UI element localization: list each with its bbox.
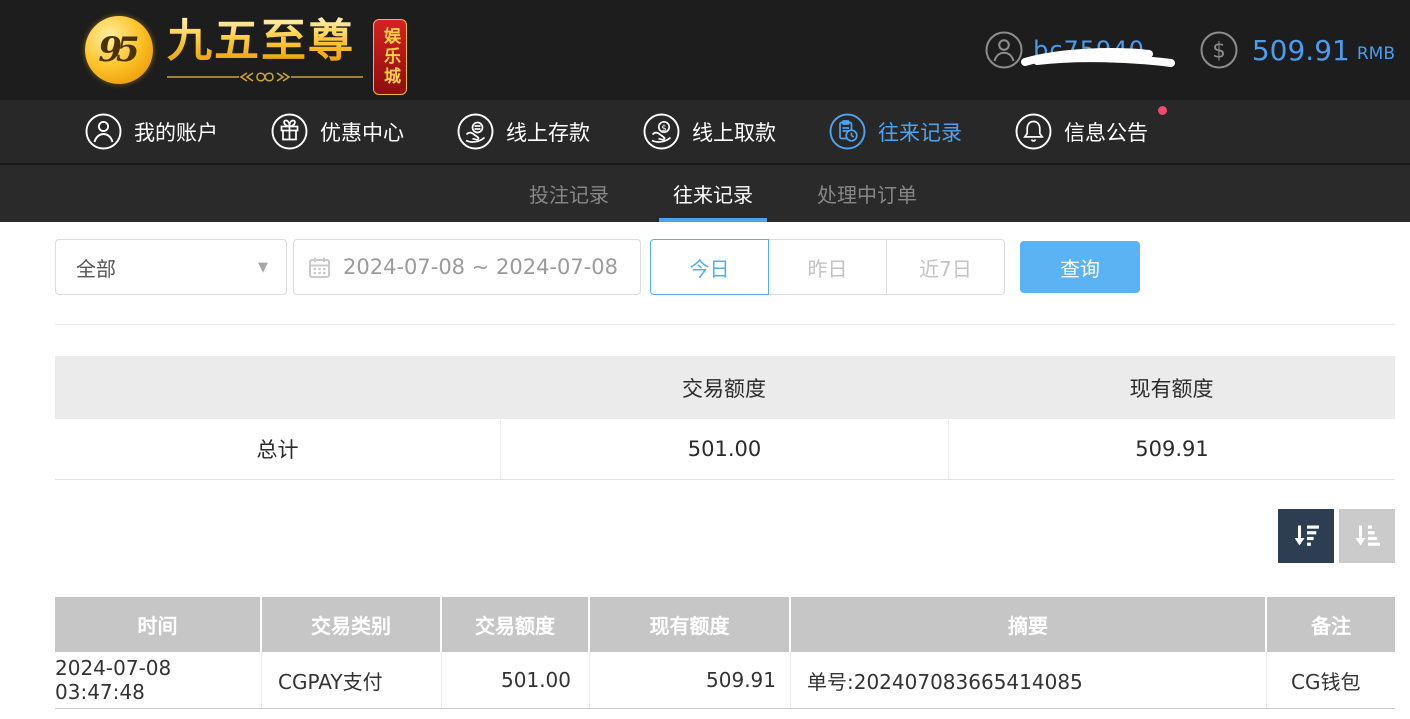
account-icon [85, 113, 122, 150]
col-header-note: 备注 [1267, 597, 1395, 652]
sort-descending-button[interactable] [1278, 509, 1334, 563]
records-table: 时间 交易类别 交易额度 现有额度 摘要 备注 2024-07-08 03:47… [55, 597, 1395, 709]
notification-dot [1158, 106, 1167, 115]
username[interactable]: bc75940 [1033, 36, 1145, 64]
logo-coin-icon: 95 [85, 16, 153, 84]
svg-text:$: $ [661, 124, 667, 134]
record-tabs-bar: 投注记录 往来记录 处理中订单 [0, 163, 1410, 222]
user-area: bc75940 $ 509.91 RMB [985, 31, 1395, 69]
main-nav: 我的账户 优惠中心 线上存款 [0, 100, 1410, 163]
summary-header-transaction: 交易额度 [500, 373, 948, 403]
summary-total-label: 总计 [55, 434, 500, 464]
quick-today-button[interactable]: 今日 [650, 239, 769, 295]
gift-icon [271, 113, 308, 150]
summary-total-row: 总计 501.00 509.91 [55, 419, 1395, 480]
brand-subtitle-badge: 娱乐城 [373, 19, 407, 95]
col-header-summary: 摘要 [791, 597, 1267, 652]
type-filter-value: 全部 [76, 253, 116, 282]
withdraw-icon: $ [643, 113, 680, 150]
cell-note: CG钱包 [1267, 652, 1395, 708]
svg-text:$: $ [1212, 39, 1225, 63]
table-row: 2024-07-08 03:47:48 CGPAY支付 501.00 509.9… [55, 652, 1395, 709]
tab-betting-records[interactable]: 投注记录 [523, 165, 615, 222]
cell-time: 2024-07-08 03:47:48 [55, 652, 262, 708]
sort-ascending-button[interactable] [1339, 509, 1395, 563]
bell-icon [1015, 113, 1052, 150]
brand-block: 九五至尊 [167, 16, 363, 85]
summary-header-balance: 现有额度 [948, 373, 1395, 403]
logo-coin-text: 95 [98, 30, 139, 70]
sort-ascending-icon [1352, 521, 1382, 551]
nav-label: 往来记录 [878, 117, 962, 147]
quick-range-group: 今日 昨日 近7日 [650, 239, 1005, 295]
sort-descending-icon [1291, 521, 1321, 551]
nav-label: 线上取款 [692, 117, 776, 147]
sort-controls [55, 509, 1395, 563]
search-button[interactable]: 查询 [1020, 241, 1140, 293]
nav-label: 信息公告 [1064, 117, 1148, 147]
col-header-balance: 现有额度 [590, 597, 791, 652]
calendar-icon [308, 256, 331, 279]
tab-transaction-records[interactable]: 往来记录 [667, 165, 759, 222]
nav-item-announcements[interactable]: 信息公告 [1015, 113, 1148, 150]
cell-amount: 501.00 [442, 652, 590, 708]
type-filter-select[interactable]: 全部 ▼ [55, 239, 287, 295]
balance-amount: 509.91 [1252, 34, 1350, 67]
summary-balance-total: 509.91 [948, 419, 1395, 479]
summary-transaction-total: 501.00 [500, 419, 948, 479]
balance-dollar-icon: $ [1200, 31, 1238, 69]
cell-type: CGPAY支付 [262, 652, 442, 708]
logo-flourish-icon [167, 69, 363, 85]
quick-yesterday-button[interactable]: 昨日 [768, 239, 887, 295]
brand-title: 九五至尊 [167, 16, 363, 66]
nav-item-my-account[interactable]: 我的账户 [85, 113, 218, 150]
site-header: 95 九五至尊 娱乐城 bc75940 [0, 0, 1410, 100]
divider [55, 324, 1395, 325]
summary-header-row: 交易额度 现有额度 [55, 356, 1395, 419]
quick-last7days-button[interactable]: 近7日 [886, 239, 1005, 295]
nav-item-withdraw[interactable]: $ 线上取款 [643, 113, 776, 150]
tab-processing-orders[interactable]: 处理中订单 [811, 165, 923, 222]
nav-label: 线上存款 [506, 117, 590, 147]
chevron-down-icon: ▼ [258, 260, 268, 275]
nav-item-promotions[interactable]: 优惠中心 [271, 113, 404, 150]
username-wrap: bc75940 [1033, 36, 1145, 64]
date-range-input[interactable]: 2024-07-08 ~ 2024-07-08 [293, 239, 641, 295]
nav-item-deposit[interactable]: 线上存款 [457, 113, 590, 150]
user-icon [985, 31, 1023, 69]
nav-label: 优惠中心 [320, 117, 404, 147]
cell-balance: 509.91 [590, 652, 791, 708]
col-header-type: 交易类别 [262, 597, 442, 652]
records-header-row: 时间 交易类别 交易额度 现有额度 摘要 备注 [55, 597, 1395, 652]
date-range-value: 2024-07-08 ~ 2024-07-08 [343, 255, 618, 279]
col-header-time: 时间 [55, 597, 262, 652]
summary-table: 交易额度 现有额度 总计 501.00 509.91 [55, 356, 1395, 480]
col-header-amount: 交易额度 [442, 597, 590, 652]
nav-item-records[interactable]: 往来记录 [829, 113, 962, 150]
balance-currency: RMB [1357, 36, 1395, 64]
deposit-icon [457, 113, 494, 150]
filter-bar: 全部 ▼ 2024-07-08 ~ 2024-07-08 今日 昨日 近7日 查… [55, 239, 1395, 295]
records-icon [829, 113, 866, 150]
nav-label: 我的账户 [134, 117, 218, 147]
cell-summary: 单号:202407083665414085 [791, 652, 1267, 708]
site-logo[interactable]: 95 九五至尊 娱乐城 [85, 6, 407, 95]
